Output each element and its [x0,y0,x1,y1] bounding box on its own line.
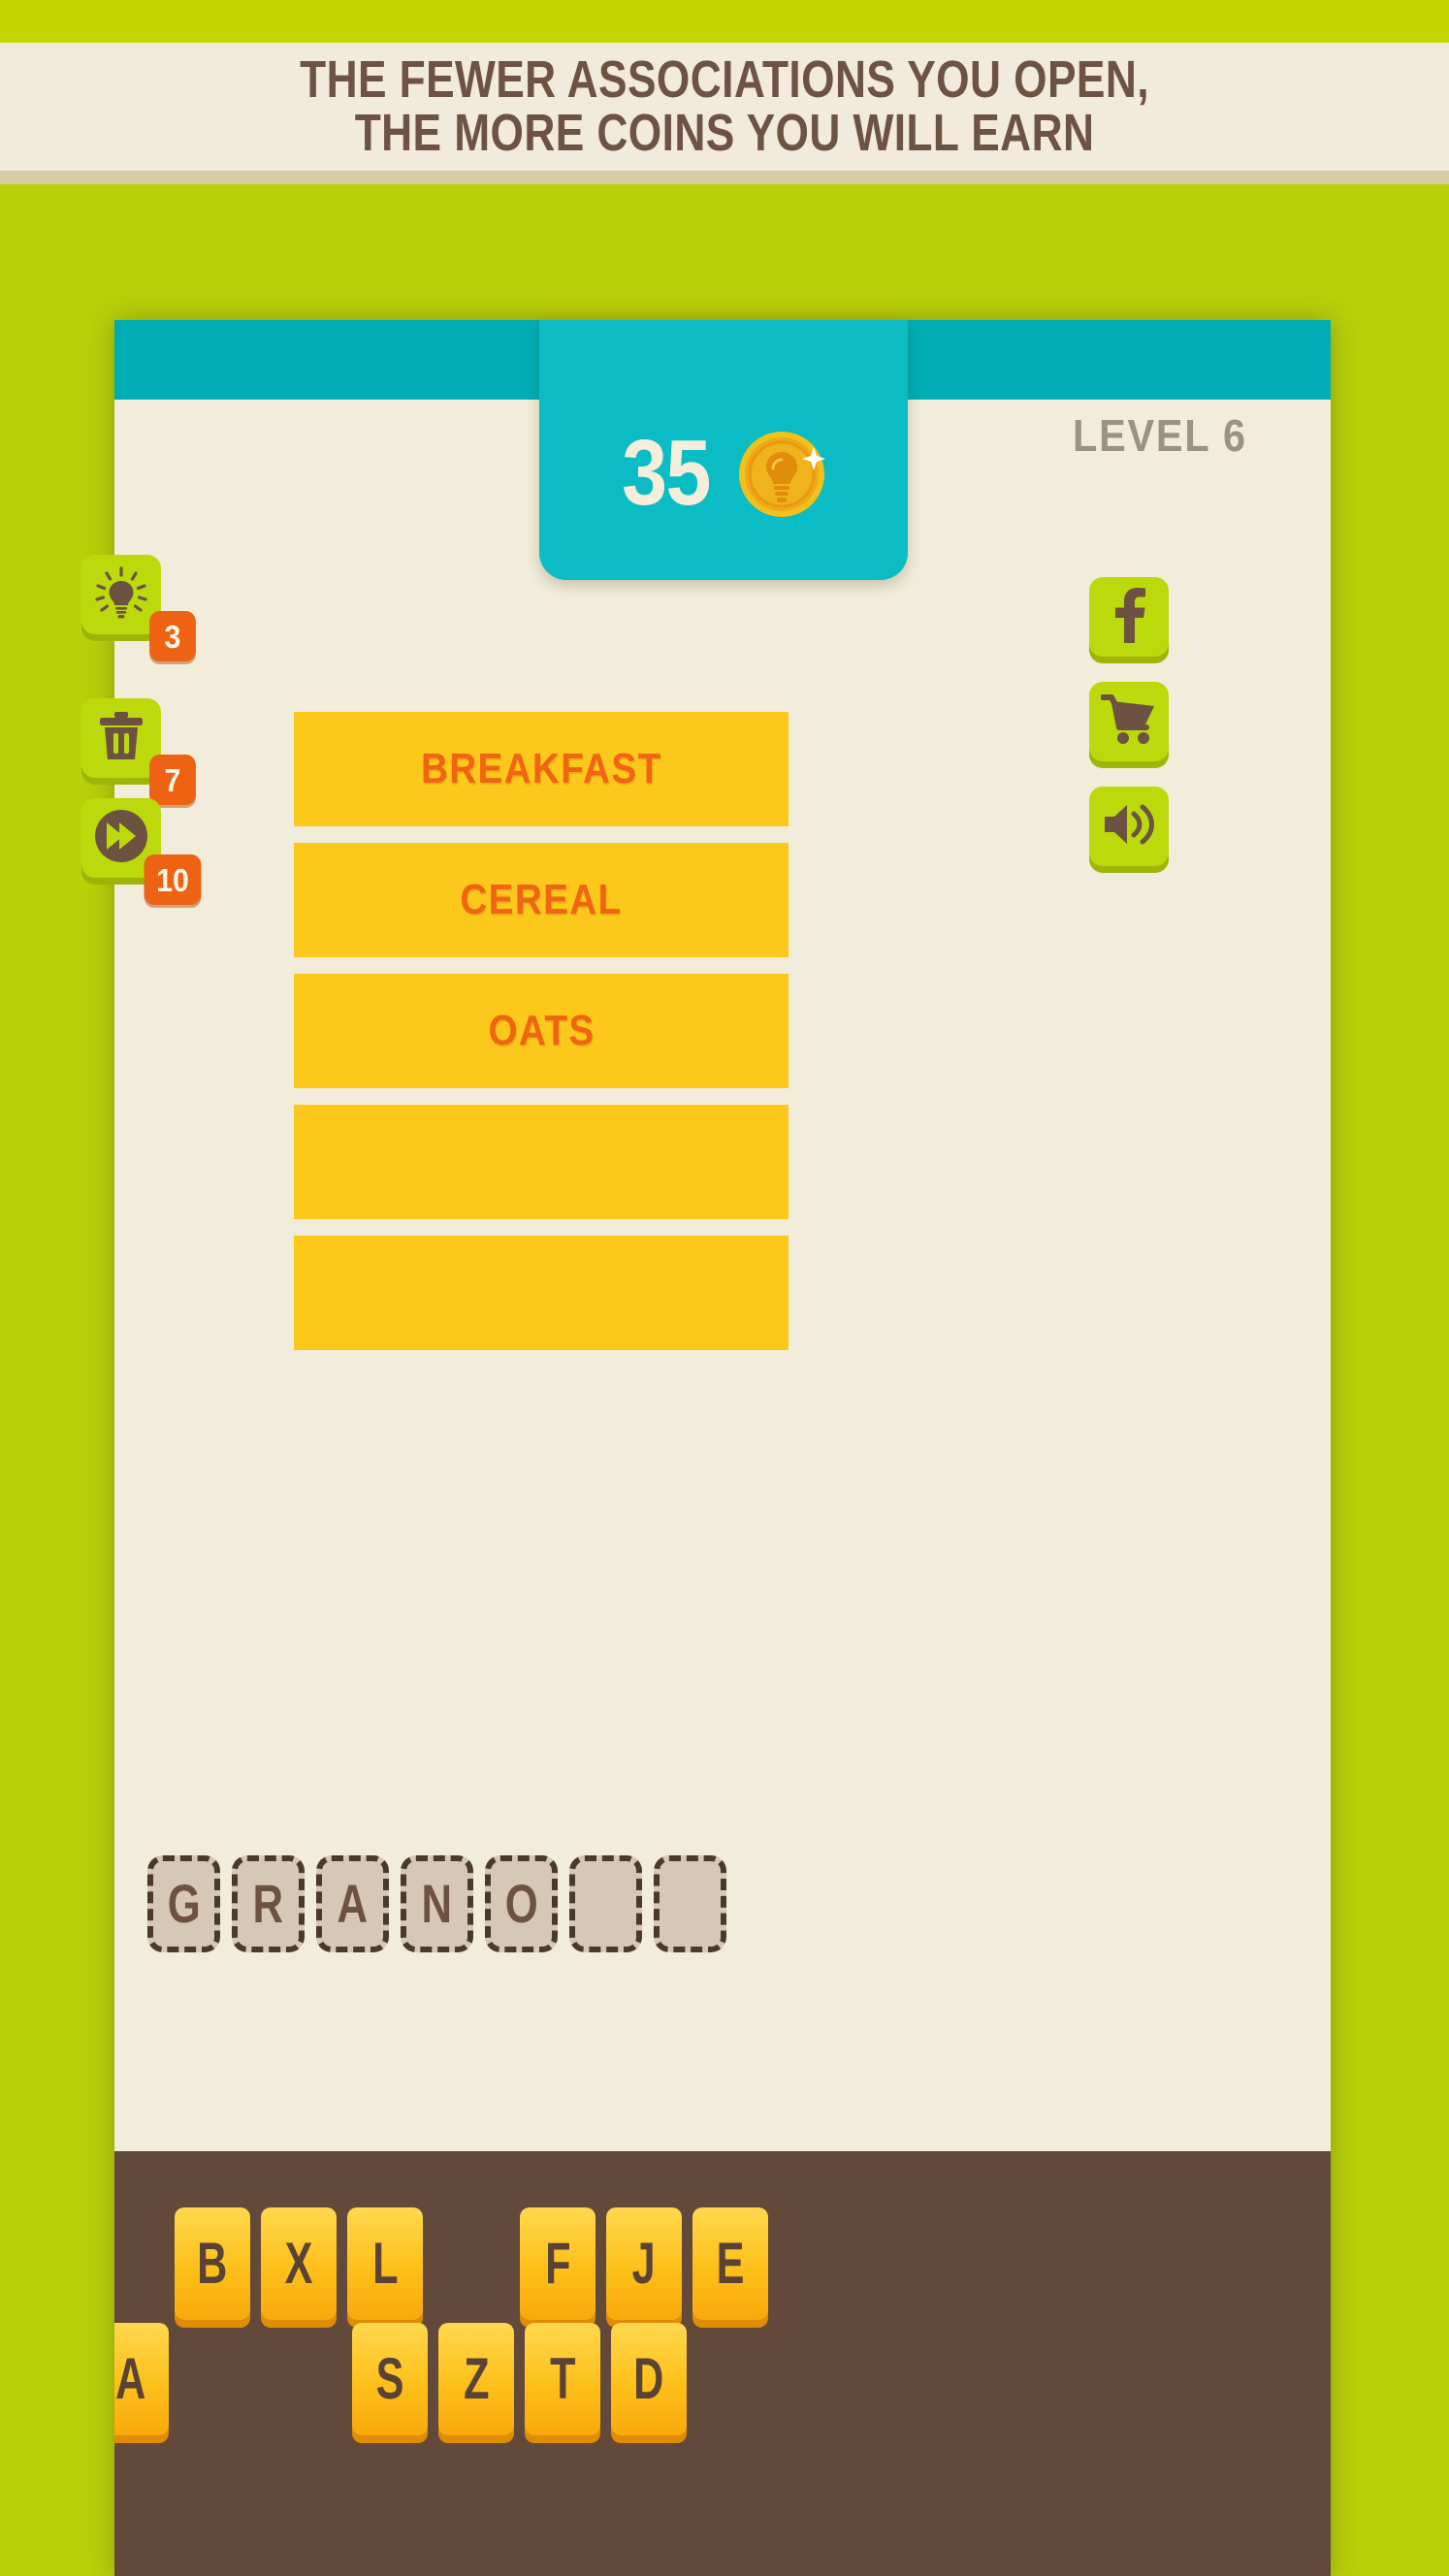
letter-key-label: D [633,2346,664,2411]
association-text: CEREAL [460,876,623,923]
game-screen: THE FEWER ASSOCIATIONS YOU OPEN, THE MOR… [0,0,1449,2576]
fast-forward-icon [92,807,150,870]
answer-slot[interactable]: O [485,1855,558,1952]
skip-level-button[interactable]: 10 [81,798,202,905]
keyboard-gap [266,2323,341,2435]
letter-key[interactable]: T [525,2323,600,2435]
answer-slot-letter: A [337,1873,369,1934]
answer-slot[interactable] [654,1855,726,1952]
association-bar[interactable] [294,1236,789,1350]
answer-slot-letter: O [504,1873,538,1934]
letter-key[interactable]: D [611,2323,687,2435]
association-bar[interactable] [294,1105,789,1219]
association-bar[interactable]: BREAKFAST [294,712,789,826]
answer-slot[interactable]: G [147,1855,220,1952]
answer-slot-letter: R [252,1873,284,1934]
letter-key-label: X [284,2231,313,2296]
answer-slot[interactable]: R [232,1855,305,1952]
letter-key-label: S [375,2346,404,2411]
speaker-icon [1101,800,1157,853]
letter-key[interactable]: A [114,2323,169,2435]
keyboard-row-2: A S Z T D [114,2323,687,2435]
letter-key-label: B [197,2231,228,2296]
letter-key[interactable]: X [261,2207,337,2320]
association-text: BREAKFAST [420,745,662,792]
letter-key[interactable]: L [347,2207,423,2320]
lightbulb-coin-icon [736,426,831,521]
letter-key-label: A [115,2346,146,2411]
association-text: OATS [488,1007,595,1054]
delete-letters-button[interactable]: 7 [81,698,196,805]
facebook-button[interactable] [1089,577,1169,657]
letter-key-label: L [371,2231,399,2296]
keyboard-gap [434,2207,509,2320]
trash-icon [95,709,147,768]
letter-key[interactable]: S [352,2323,428,2435]
sound-button[interactable] [1089,787,1169,866]
association-bar[interactable]: OATS [294,974,789,1088]
letter-key-label: T [549,2346,576,2411]
level-label: LEVEL 6 [1073,410,1248,461]
association-list: BREAKFAST CEREAL OATS [294,712,789,1367]
skip-count-badge: 10 [144,854,202,905]
letter-key-label: E [716,2231,745,2296]
letter-key-label: Z [463,2346,490,2411]
keyboard-gap [179,2323,255,2435]
shopping-cart-icon [1100,693,1157,750]
letter-key[interactable]: Z [438,2323,514,2435]
facebook-icon [1111,587,1146,648]
top-green-strip [0,0,1449,43]
answer-slot[interactable] [569,1855,642,1952]
letter-keyboard: B X L F J E A S Z T D [114,2151,1331,2576]
letter-key[interactable]: J [606,2207,682,2320]
hint-count-badge: 3 [149,611,196,661]
letter-key[interactable]: F [520,2207,596,2320]
letter-key-label: F [544,2231,571,2296]
answer-slot-letter: N [421,1873,453,1934]
lightbulb-icon [93,564,149,626]
coin-counter[interactable]: 35 [539,320,908,580]
promo-banner: THE FEWER ASSOCIATIONS YOU OPEN, THE MOR… [0,43,1449,171]
banner-shadow [0,171,1449,184]
keyboard-row-1: B X L F J E [175,2207,768,2320]
answer-slot-letter: G [167,1873,201,1934]
banner-line-2: THE MORE COINS YOU WILL EARN [354,104,1095,162]
answer-slot[interactable]: A [316,1855,389,1952]
letter-key-label: J [631,2231,657,2296]
hint-button[interactable]: 3 [81,555,196,661]
answer-slot[interactable]: N [401,1855,473,1952]
delete-count-badge: 7 [149,755,196,805]
letter-key[interactable]: E [692,2207,768,2320]
answer-slots: G R A N O [147,1855,726,1952]
association-bar[interactable]: CEREAL [294,843,789,957]
shop-button[interactable] [1089,682,1169,761]
coin-count-value: 35 [621,421,711,525]
banner-line-1: THE FEWER ASSOCIATIONS YOU OPEN, [300,49,1149,109]
letter-key[interactable]: B [175,2207,250,2320]
